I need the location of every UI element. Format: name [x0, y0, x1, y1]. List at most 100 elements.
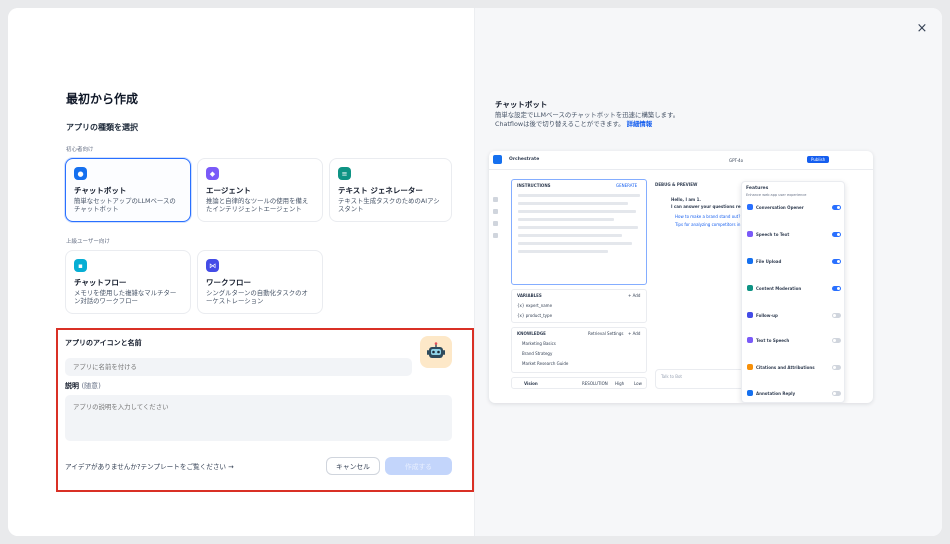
preview-features-subtitle: Enhance web app user experience [746, 193, 807, 197]
feature-toggle [832, 232, 841, 237]
page-title: 最初から作成 [66, 92, 139, 106]
app-type-desc: 推論と自律的なツールの使用を備えたインテリジェントエージェント [206, 197, 309, 214]
preview-title: チャットボット [495, 100, 548, 109]
preview-generate: GENERATE [616, 183, 638, 188]
preview-text-line [518, 210, 636, 213]
preview-panel: チャットボット 簡単な設定でLLMベースのチャットボットを迅速に構築します。 C… [474, 8, 942, 536]
feature-name: Citations and Attributions [756, 365, 815, 370]
feature-name: Conversation Opener [756, 205, 804, 210]
preview-knowledge-label: KNOWLEDGE [517, 331, 546, 336]
preview-publish: Publish [807, 156, 830, 163]
preview-nav-icon [493, 209, 498, 214]
preview-talk-placeholder: Talk to Bot [661, 374, 682, 379]
agent-icon: ◆ [206, 167, 219, 180]
name-field-label: アプリのアイコンと名前 [65, 339, 142, 347]
preview-var-row: {x} product_type [517, 313, 553, 318]
learn-more-link[interactable]: 詳細情報 [627, 120, 653, 128]
app-name-input[interactable] [65, 358, 412, 376]
preview-debug-label: DEBUG & PREVIEW [655, 182, 698, 187]
preview-app-name: Orchestrate [509, 157, 540, 162]
feature-icon [747, 285, 753, 291]
desc-optional-text: (随意) [81, 382, 101, 390]
preview-instructions-box: INSTRUCTIONS GENERATE [511, 179, 647, 285]
preview-chat-input: Talk to Bot [655, 369, 751, 389]
feature-name: Text to Speech [756, 338, 790, 343]
feature-name: Annotation Reply [756, 391, 796, 396]
feature-name: File Upload [756, 259, 782, 264]
robot-icon [427, 342, 445, 358]
chatbot-preview-screenshot: Orchestrate GPT-4o Publish INSTRUCTIONS … [489, 151, 873, 403]
app-type-desc: メモリを使用した複雑なマルチターン対話のワークフロー [74, 289, 177, 306]
app-type-title: テキスト ジェネレーター [338, 186, 423, 195]
preview-var-row: {x} expert_name [517, 303, 553, 308]
app-type-agent-card[interactable]: ◆ エージェント 推論と自律的なツールの使用を備えたインテリジェントエージェント [197, 158, 323, 222]
preview-nav-icon [493, 221, 498, 226]
preview-text-line [518, 234, 622, 237]
text-generator-icon: ≡ [338, 167, 351, 180]
preview-vision-label: Vision [524, 381, 538, 386]
preview-nav-icon [493, 197, 498, 202]
feature-toggle [832, 259, 841, 264]
preview-text-line [518, 242, 632, 245]
preview-features-title: Features [746, 186, 769, 191]
feature-name: Follow-up [756, 313, 778, 318]
preview-variables-label: VARIABLES [517, 293, 542, 298]
app-logo-icon [493, 155, 502, 164]
preview-text-line [518, 194, 640, 197]
app-type-desc: テキスト生成タスクのためのAIアシスタント [338, 197, 440, 214]
app-icon-picker[interactable] [420, 336, 452, 368]
preview-description: 簡単な設定でLLMベースのチャットボットを迅速に構築します。 Chatflowは… [495, 111, 755, 129]
preview-features-panel: Features Enhance web app user experience… [741, 181, 845, 403]
preview-add: + Add [628, 293, 641, 298]
create-button[interactable]: 作成する [385, 457, 452, 475]
workflow-icon: ⋈ [206, 259, 219, 272]
preview-knowledge-row: Brand Strategy [522, 351, 553, 356]
preview-add: + Add [628, 331, 641, 336]
app-type-section-title: アプリの種類を選択 [66, 123, 138, 132]
left-panel: 最初から作成 アプリの種類を選択 初心者向け ● チャットボット 簡単なセットア… [8, 8, 474, 536]
feature-toggle [832, 313, 841, 318]
cancel-button[interactable]: キャンセル [326, 457, 380, 475]
app-type-text-generator-card[interactable]: ≡ テキスト ジェネレーター テキスト生成タスクのためのAIアシスタント [329, 158, 452, 222]
preview-retrieval-setting: Retrieval Settings [588, 331, 624, 336]
beginner-group-label: 初心者向け [66, 147, 94, 153]
preview-vision-box: Vision RESOLUTION High Low [511, 377, 647, 389]
preview-knowledge-row: Market Research Guide [522, 361, 569, 366]
feature-icon [747, 231, 753, 237]
preview-high: High [615, 381, 625, 386]
close-icon[interactable]: × [910, 16, 934, 40]
feature-icon [747, 204, 753, 210]
chatbot-icon: ● [74, 167, 87, 180]
desc-field-label: 説明 (随意) [65, 381, 101, 391]
preview-desc-line-2: Chatflowは後で切り替えることができます。 [495, 120, 625, 128]
preview-text-line [518, 202, 628, 205]
advanced-group-label: 上級ユーザー向け [66, 239, 110, 245]
app-description-input[interactable] [65, 395, 452, 441]
feature-name: Speech to Text [756, 232, 790, 237]
feature-icon [747, 258, 753, 264]
feature-toggle [832, 205, 841, 210]
app-type-title: チャットフロー [74, 278, 127, 287]
preview-desc-line-1: 簡単な設定でLLMベースのチャットボットを迅速に構築します。 [495, 111, 680, 119]
preview-text-line [518, 218, 614, 221]
preview-text-line [518, 250, 608, 253]
preview-knowledge-row: Marketing Basics [522, 341, 556, 346]
feature-toggle [832, 286, 841, 291]
preview-chat-greeting: Hello, I am 1. [671, 197, 701, 202]
create-app-modal: 最初から作成 アプリの種類を選択 初心者向け ● チャットボット 簡単なセットア… [8, 8, 942, 536]
preview-chat-question: I can answer your questions related [671, 204, 753, 209]
preview-model: GPT-4o [729, 158, 744, 163]
feature-toggle [832, 338, 841, 343]
app-type-chatbot-card[interactable]: ● チャットボット 簡単なセットアップのLLMベースのチャットボット [65, 158, 191, 222]
desc-label-text: 説明 [65, 382, 79, 390]
app-type-chatflow-card[interactable]: ▪ チャットフロー メモリを使用した複雑なマルチターン対話のワークフロー [65, 250, 191, 314]
app-type-workflow-card[interactable]: ⋈ ワークフロー シングルターンの自動化タスクのオーケストレーション [197, 250, 323, 314]
preview-top-divider [489, 169, 873, 170]
browse-templates-link[interactable]: アイデアがありませんか?テンプレートをご覧ください → [65, 461, 234, 471]
app-type-title: チャットボット [74, 186, 127, 195]
feature-icon [747, 390, 753, 396]
preview-chat-suggestion: How to make a brand stand out? [675, 214, 741, 219]
chatflow-icon: ▪ [74, 259, 87, 272]
feature-name: Content Moderation [756, 286, 802, 291]
app-type-desc: シングルターンの自動化タスクのオーケストレーション [206, 289, 308, 306]
